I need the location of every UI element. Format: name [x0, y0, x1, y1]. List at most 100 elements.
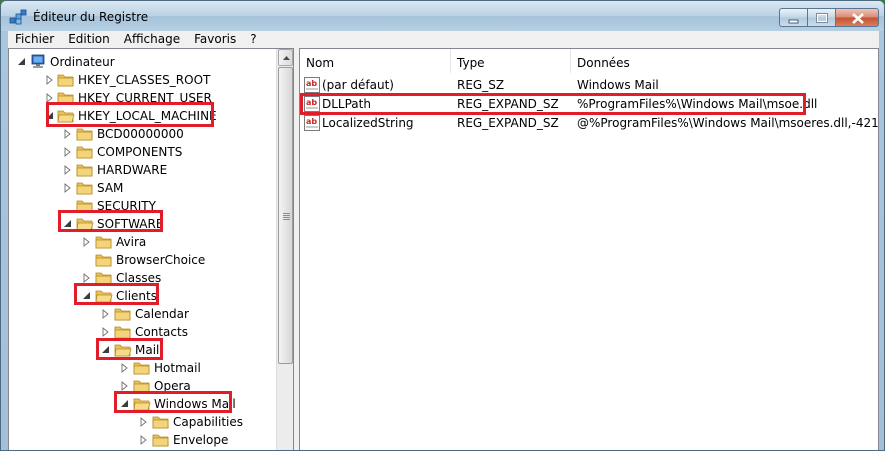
collapsed-arrow-icon[interactable]: [63, 143, 73, 161]
thumb-grip: [283, 215, 290, 216]
tree-node-label: SAM: [97, 181, 124, 195]
collapsed-arrow-icon[interactable]: [120, 377, 130, 395]
collapsed-arrow-icon[interactable]: [45, 71, 55, 89]
folder-icon: [114, 342, 132, 358]
no-expander: [63, 197, 73, 215]
menu-edition[interactable]: Edition: [61, 31, 117, 48]
value-data: %ProgramFiles%\Windows Mail\msoe.dll: [577, 97, 818, 111]
svg-text:ab: ab: [306, 117, 317, 126]
menu-help[interactable]: ?: [243, 31, 263, 48]
collapsed-arrow-icon[interactable]: [139, 431, 149, 449]
menu-bar: Fichier Edition Affichage Favoris ?: [8, 31, 879, 48]
value-name: (par défaut): [322, 78, 394, 92]
value-type: REG_EXPAND_SZ: [457, 97, 559, 111]
collapsed-arrow-icon[interactable]: [82, 233, 92, 251]
folder-icon: [76, 144, 94, 160]
value-data: Windows Mail: [577, 78, 659, 92]
collapsed-arrow-icon[interactable]: [120, 359, 130, 377]
expanded-arrow-icon[interactable]: [101, 341, 111, 359]
folder-icon: [152, 432, 170, 448]
scroll-thumb[interactable]: [278, 67, 293, 364]
list-row[interactable]: ab (par défaut) REG_SZ Windows Mail: [300, 76, 878, 94]
tree-node-label: Ordinateur: [50, 55, 115, 69]
tree-node-label: BCD00000000: [97, 127, 184, 141]
tree-node-label: Opera: [154, 379, 191, 393]
menu-favoris[interactable]: Favoris: [187, 31, 243, 48]
menu-fichier[interactable]: Fichier: [8, 31, 61, 48]
column-header-type[interactable]: Type: [451, 49, 571, 73]
folder-icon: [133, 396, 151, 412]
column-header-donnees[interactable]: Données: [571, 49, 878, 73]
minimize-icon: [788, 19, 799, 24]
no-expander: [82, 251, 92, 269]
collapsed-arrow-icon[interactable]: [63, 179, 73, 197]
tree-node-label: HKEY_CURRENT_USER: [78, 91, 212, 105]
tree-node-label: Envelope: [173, 433, 229, 447]
tree-node-label: Mail: [135, 343, 160, 357]
expanded-arrow-icon[interactable]: [82, 287, 92, 305]
folder-icon: [152, 414, 170, 430]
svg-text:ab: ab: [306, 79, 317, 88]
values-list-pane[interactable]: Nom Type Données ab (par défaut) REG_SZ Win…: [299, 48, 879, 450]
collapsed-arrow-icon[interactable]: [82, 269, 92, 287]
value-name: DLLPath: [322, 97, 371, 111]
list-header: Nom Type Données: [300, 49, 878, 73]
collapsed-arrow-icon[interactable]: [101, 305, 111, 323]
tree-node-label: Hotmail: [154, 361, 201, 375]
collapsed-arrow-icon[interactable]: [63, 161, 73, 179]
tree-node-label: Classes: [116, 271, 162, 285]
maximize-button[interactable]: [807, 8, 835, 27]
tree-node-label: SECURITY: [97, 199, 156, 213]
expanded-arrow-icon[interactable]: [63, 215, 73, 233]
svg-text:ab: ab: [306, 98, 317, 107]
scroll-up-button[interactable]: [278, 49, 293, 66]
thumb-grip: [283, 219, 290, 220]
registry-editor-window: Éditeur du Registre Fichier Edition Affi…: [0, 0, 885, 451]
close-button[interactable]: [835, 8, 879, 27]
tree-node-label: SOFTWARE: [97, 217, 164, 231]
tree-vertical-scrollbar[interactable]: [276, 49, 293, 450]
collapsed-arrow-icon[interactable]: [101, 323, 111, 341]
tree-node-label: Windows Mail: [154, 397, 236, 411]
collapsed-arrow-icon[interactable]: [45, 89, 55, 107]
computer-icon: [31, 54, 45, 68]
folder-icon: [133, 378, 151, 394]
window-controls: [779, 8, 879, 27]
folder-icon: [57, 72, 75, 88]
window-title: Éditeur du Registre: [33, 10, 149, 24]
minimize-button[interactable]: [779, 8, 807, 27]
tree-node-label: Contacts: [135, 325, 188, 339]
expanded-arrow-icon[interactable]: [17, 53, 27, 71]
tree-node-label: COMPONENTS: [97, 145, 183, 159]
folder-icon: [95, 234, 113, 250]
tree-node-label: BrowserChoice: [116, 253, 206, 267]
folder-icon: [133, 360, 151, 376]
string-value-icon: ab: [304, 115, 320, 131]
tree-node-label: Capabilities: [173, 415, 243, 429]
scroll-up-icon: [283, 56, 290, 60]
folder-icon: [57, 108, 75, 124]
expanded-arrow-icon[interactable]: [120, 395, 130, 413]
list-row[interactable]: ab LocalizedString REG_EXPAND_SZ @%ProgramF…: [300, 114, 879, 132]
folder-icon: [76, 126, 94, 142]
menu-affichage[interactable]: Affichage: [117, 31, 187, 48]
value-type: REG_EXPAND_SZ: [457, 116, 559, 130]
folder-icon: [57, 90, 75, 106]
value-data: @%ProgramFiles%\Windows Mail\msoeres.dll…: [577, 116, 879, 130]
string-value-icon: ab: [304, 96, 320, 112]
maximize-icon: [816, 13, 828, 23]
collapsed-arrow-icon[interactable]: [139, 413, 149, 431]
tree-node-label: HARDWARE: [97, 163, 168, 177]
registry-tree-pane[interactable]: Ordinateur HKEY_CLASSES_ROOT HKEY_CURRENT_…: [8, 48, 294, 450]
folder-icon: [95, 270, 113, 286]
expanded-arrow-icon[interactable]: [45, 107, 55, 125]
folder-icon: [76, 162, 94, 178]
list-row[interactable]: ab DLLPath REG_EXPAND_SZ %ProgramFiles%\Win…: [300, 95, 878, 113]
folder-icon: [114, 324, 132, 340]
folder-icon: [95, 288, 113, 304]
column-header-nom[interactable]: Nom: [300, 49, 451, 73]
tree-node-label: Calendar: [135, 307, 189, 321]
folder-icon: [76, 180, 94, 196]
collapsed-arrow-icon[interactable]: [63, 125, 73, 143]
title-bar[interactable]: Éditeur du Registre: [1, 1, 884, 31]
